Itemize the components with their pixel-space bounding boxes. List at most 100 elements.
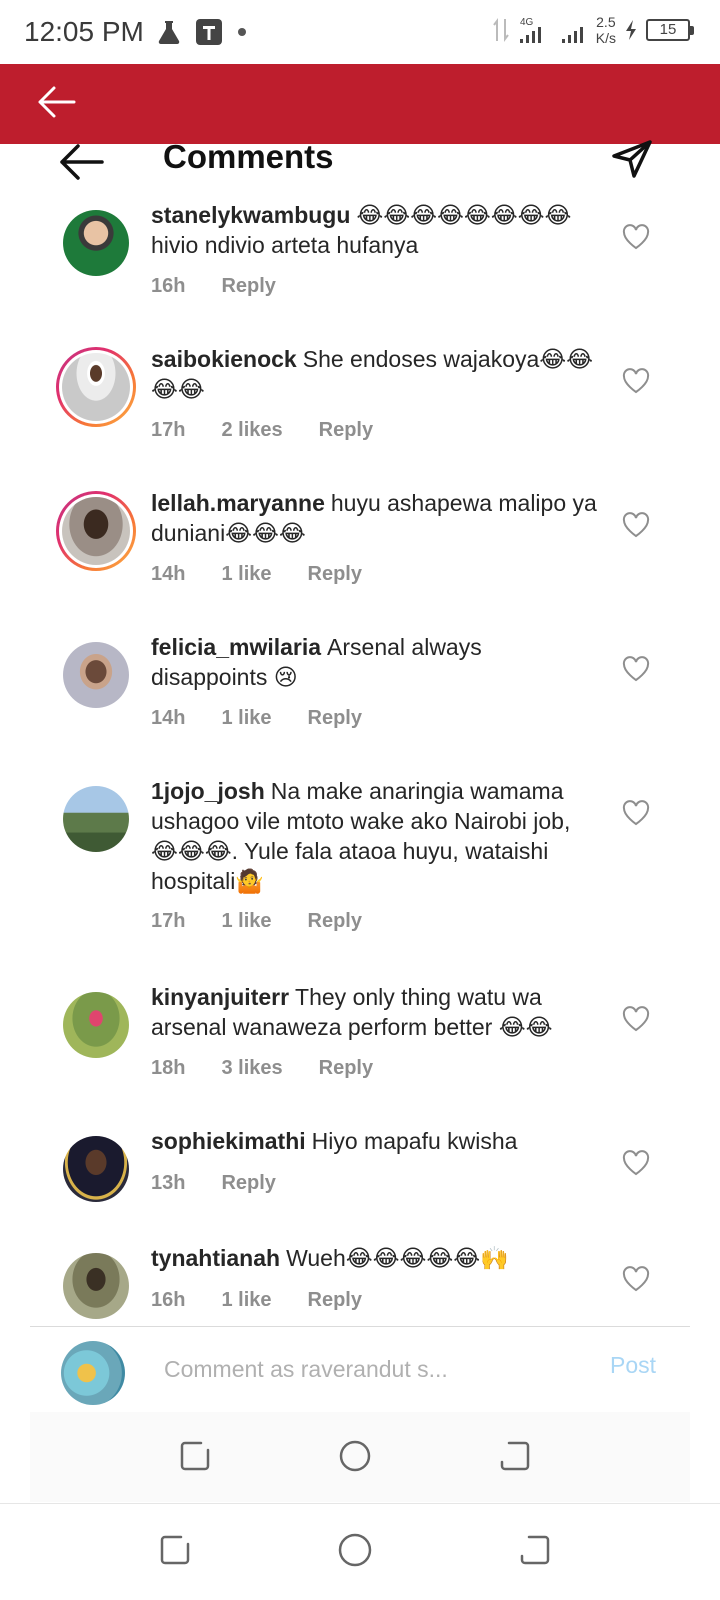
reply-button[interactable]: Reply (308, 707, 362, 730)
recents-icon[interactable] (515, 1530, 555, 1570)
comment-meta: 14h 1 like Reply (151, 563, 362, 586)
heart-outline-icon[interactable] (622, 368, 650, 394)
svg-text:4G: 4G (520, 17, 534, 28)
heart-outline-icon[interactable] (622, 800, 650, 826)
comment-likes[interactable]: 1 like (221, 563, 271, 586)
comment-likes[interactable]: 2 likes (221, 419, 282, 442)
post-button[interactable]: Post (610, 1352, 656, 1379)
comment-meta: 13h Reply (151, 1172, 276, 1195)
status-right-icons: 4G 2.5 K/s 15 (492, 14, 694, 46)
status-notification-icons (157, 18, 247, 46)
comment-username[interactable]: lellah.maryanne (151, 490, 325, 516)
avatar[interactable] (56, 1246, 136, 1325)
recents-icon[interactable] (495, 1436, 535, 1476)
heart-outline-icon[interactable] (622, 656, 650, 682)
heart-outline-icon[interactable] (622, 1150, 650, 1176)
comment-time: 17h (151, 910, 186, 932)
comment-username[interactable]: felicia_mwilaria (151, 634, 321, 660)
avatar[interactable] (56, 203, 136, 283)
comment-text: lellah.maryanne huyu ashapewa malipo ya d… (151, 488, 601, 548)
avatar[interactable] (56, 1129, 136, 1209)
comment-likes[interactable]: 1 like (221, 910, 271, 933)
avatar-ring-inner (59, 350, 133, 424)
reply-button[interactable]: Reply (319, 419, 373, 442)
reply-button[interactable]: Reply (308, 910, 362, 933)
comment-meta: 17h 2 likes Reply (151, 419, 373, 442)
comments-header: Comments (0, 138, 720, 188)
reply-button[interactable]: Reply (308, 1289, 362, 1312)
comment-time: 16h (151, 275, 186, 297)
avatar-image (63, 1253, 129, 1319)
reply-button[interactable]: Reply (308, 563, 362, 586)
signal-icon (561, 27, 583, 43)
t-app-icon (196, 19, 222, 45)
heart-outline-icon[interactable] (622, 1266, 650, 1292)
comment-text: sophiekimathi Hiyo mapafu kwisha (151, 1126, 601, 1156)
current-user-avatar (61, 1341, 125, 1405)
comment-meta: 14h 1 like Reply (151, 707, 362, 730)
back-arrow-icon[interactable] (58, 142, 106, 182)
comment-username[interactable]: sophiekimathi (151, 1128, 306, 1154)
page-title: Comments (163, 138, 334, 175)
back-nav-icon[interactable] (175, 1436, 215, 1476)
comment-meta: 16h 1 like Reply (151, 1289, 362, 1312)
comment-meta: 16h Reply (151, 275, 276, 298)
signal-4g-icon: 4G (519, 17, 541, 43)
comment-text: felicia_mwilaria Arsenal always disappoin… (151, 632, 601, 692)
avatar-image (62, 353, 130, 421)
battery-indicator: 15 (646, 19, 694, 41)
comment-text: stanelykwambugu 😂😂😂😂😂😂😂😂hivio ndivio arte… (151, 200, 601, 260)
home-circle-icon[interactable] (335, 1436, 375, 1476)
data-transfer-icon (492, 18, 509, 42)
inner-navigation-bar (30, 1412, 690, 1502)
speed-unit: K/s (595, 30, 616, 46)
comment-username[interactable]: saibokienock (151, 346, 297, 372)
comment-time: 16h (151, 1289, 186, 1311)
comment-time: 14h (151, 707, 186, 729)
comment-input[interactable] (164, 1351, 584, 1387)
avatar[interactable] (56, 635, 136, 715)
comment-username[interactable]: 1jojo_josh (151, 778, 265, 804)
back-nav-icon[interactable] (155, 1530, 195, 1570)
reply-button[interactable]: Reply (221, 1172, 275, 1195)
comment-composer: Post (30, 1327, 690, 1412)
comment-time: 13h (151, 1172, 186, 1194)
system-navigation-bar (0, 1503, 720, 1600)
app-bar (0, 64, 720, 144)
comment-text: saibokienock She endoses wajakoya😂😂😂😂 (151, 344, 601, 404)
home-circle-icon[interactable] (335, 1530, 375, 1570)
comment-time: 18h (151, 1057, 186, 1079)
heart-outline-icon[interactable] (622, 224, 650, 250)
reply-button[interactable]: Reply (221, 275, 275, 298)
comment-username[interactable]: stanelykwambugu (151, 202, 350, 228)
comment-likes[interactable]: 3 likes (221, 1057, 282, 1080)
avatar-image (63, 642, 129, 708)
avatar-image (62, 497, 130, 565)
arrow-left-icon[interactable] (34, 80, 78, 124)
heart-outline-icon[interactable] (622, 512, 650, 538)
avatar-image (63, 210, 129, 276)
avatar-image (63, 1136, 129, 1202)
comment-username[interactable]: tynahtianah (151, 1245, 280, 1271)
status-bar: 12:05 PM 4G 2.5 K/s 15 (0, 0, 720, 64)
comment-likes[interactable]: 1 like (221, 1289, 271, 1312)
comment-text: tynahtianah Wueh😂😂😂😂😂🙌 (151, 1243, 601, 1273)
comment-time: 14h (151, 563, 186, 585)
flask-icon (158, 21, 180, 45)
comment-message: Wueh😂😂😂😂😂🙌 (286, 1245, 509, 1271)
comment-likes[interactable]: 1 like (221, 707, 271, 730)
speed-value: 2.5 (596, 14, 616, 30)
avatar[interactable] (56, 779, 136, 859)
comment-text: kinyanjuiterr They only thing watu wa ars… (151, 982, 601, 1042)
status-time: 12:05 PM (24, 16, 144, 47)
avatar-story-ring[interactable] (56, 347, 136, 427)
paper-plane-icon[interactable] (610, 138, 654, 182)
comments-list: stanelykwambugu 😂😂😂😂😂😂😂😂hivio ndivio arte… (0, 200, 720, 1325)
avatar-image (63, 786, 129, 852)
network-speed: 2.5 K/s (596, 14, 616, 46)
heart-outline-icon[interactable] (622, 1006, 650, 1032)
avatar-story-ring[interactable] (56, 491, 136, 571)
avatar[interactable] (56, 985, 136, 1065)
reply-button[interactable]: Reply (319, 1057, 373, 1080)
comment-username[interactable]: kinyanjuiterr (151, 984, 289, 1010)
